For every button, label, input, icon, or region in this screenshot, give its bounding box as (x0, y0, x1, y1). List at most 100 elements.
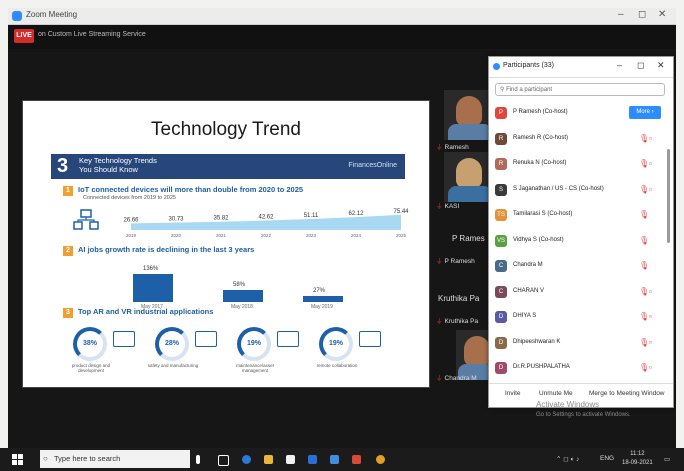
video-name-kruthika: ⏚ Kruthika Pa (436, 318, 479, 325)
participant-row[interactable]: R Renuka N (Co-host) 🎙︎ ▫ (489, 152, 667, 176)
muted-mic-icon: ⏚ (436, 203, 443, 210)
video-off-icon[interactable]: ▫ (649, 363, 652, 372)
panel-close-button[interactable]: ✕ (657, 60, 665, 71)
shared-screen: Technology Trend 3 Key Technology Trends… (22, 100, 430, 388)
muted-mic-icon[interactable]: 🎙︎ (639, 210, 649, 219)
banner-number: 3 (57, 155, 69, 177)
avatar: C (495, 260, 507, 272)
activate-windows-watermark: Activate Windows Go to Settings to activ… (536, 400, 631, 418)
participant-row[interactable]: D Dhipeeshwaran K 🎙︎ ▫ (489, 331, 667, 355)
muted-mic-icon[interactable]: 🎙︎ (639, 236, 649, 245)
arvr-percent-donut: 19% (237, 327, 271, 361)
taskbar-search-placeholder: Type here to search (54, 454, 121, 463)
participant-row[interactable]: TS Tamilarasi S (Co-host) 🎙︎ (489, 203, 667, 227)
more-button[interactable]: More › (629, 106, 661, 119)
participant-name: S Jaganathan / US - CS (Co-host) (513, 185, 604, 192)
edge-browser-icon[interactable] (242, 455, 251, 464)
avatar: D (495, 311, 507, 323)
iot-year-label: 2024 (351, 233, 362, 238)
arvr-application-icon (113, 331, 135, 347)
microphone-icon[interactable] (196, 455, 200, 464)
financesonline-logo: FinancesOnline (348, 162, 397, 169)
zoom-taskbar-icon[interactable] (330, 455, 339, 464)
participant-row[interactable]: S S Jaganathan / US - CS (Co-host) 🎙︎ ▫ (489, 178, 667, 202)
iot-year-label: 2019 (126, 233, 137, 238)
store-icon[interactable] (286, 455, 295, 464)
video-off-icon[interactable]: ▫ (649, 134, 652, 143)
iot-value-label: 30.73 (168, 217, 184, 223)
file-explorer-icon[interactable] (264, 455, 273, 464)
windows-start-icon[interactable] (12, 454, 23, 465)
section1-subtitle: Connected devices from 2019 to 2025 (83, 195, 176, 201)
ai-jobs-value-label: 58% (233, 282, 246, 289)
ai-jobs-value-label: 136% (143, 266, 159, 272)
tray-icons[interactable]: ⌃ ◻ ◐ ♪ (556, 455, 579, 463)
participant-row[interactable]: D Dr.R.PUSHPALATHA 🎙︎ ▫ (489, 356, 667, 380)
panel-maximize-button[interactable]: ◻ (637, 60, 644, 71)
video-off-icon[interactable]: ▫ (649, 312, 652, 321)
video-off-icon[interactable]: ▫ (649, 185, 652, 194)
participant-row[interactable]: D DHIYA S 🎙︎ ▫ (489, 305, 667, 329)
slide-title: Technology Trend (151, 119, 301, 140)
panel-minimize-button[interactable]: – (617, 60, 622, 70)
invite-button[interactable]: Invite (505, 390, 521, 397)
chrome-icon[interactable] (376, 455, 385, 464)
video-label-p-rames: P Rames (452, 234, 485, 243)
arvr-application-icon (359, 331, 381, 347)
iot-value-label: 62.12 (348, 211, 364, 217)
iot-value-label: 75.44 (393, 209, 409, 215)
section2-number: 2 (63, 246, 73, 256)
video-off-icon[interactable]: ▫ (649, 159, 652, 168)
slide-banner: 3 Key Technology Trends You Should Know … (51, 154, 405, 179)
participant-name: Renuka N (Co-host) (513, 160, 567, 166)
muted-mic-icon[interactable]: 🎙︎ (639, 338, 649, 347)
iot-year-label: 2022 (261, 233, 272, 238)
muted-mic-icon[interactable]: 🎙︎ (639, 312, 649, 321)
video-off-icon[interactable]: ▫ (649, 287, 652, 296)
participant-list-scrollbar[interactable] (667, 149, 670, 243)
muted-mic-icon: ⏚ (436, 258, 443, 265)
unmute-me-button[interactable]: Unmute Me (539, 390, 573, 397)
video-off-icon[interactable]: ▫ (649, 338, 652, 347)
avatar: D (495, 362, 507, 374)
minimize-button[interactable]: – (618, 9, 624, 20)
participant-name: P Ramesh (Co-host) (513, 109, 568, 115)
maximize-button[interactable]: ◻ (638, 9, 646, 20)
iot-area-chart: 26.66 2019 30.73 2020 35.82 2021 42.62 2022 51.1… (123, 209, 409, 238)
video-name-p-ramesh: ⏚ P Ramesh (436, 258, 475, 265)
participant-row[interactable]: C CHARAN V 🎙︎ ▫ (489, 280, 667, 304)
iot-value-label: 26.66 (123, 217, 139, 223)
arvr-caption: product design and development (71, 363, 111, 373)
iot-value-label: 42.62 (258, 215, 274, 221)
language-indicator[interactable]: ENG (600, 455, 614, 462)
avatar: D (495, 336, 507, 349)
mail-icon[interactable] (308, 455, 317, 464)
participant-row[interactable]: C Chandra M 🎙︎ (489, 254, 667, 278)
muted-mic-icon[interactable]: 🎙︎ (639, 185, 649, 194)
ai-jobs-bar (303, 296, 343, 302)
close-button[interactable]: ✕ (658, 9, 666, 20)
meeting-top-bar: LIVE on Custom Live Streaming Service (8, 25, 676, 49)
notification-icon[interactable]: ▭ (664, 455, 670, 463)
participant-row[interactable]: R Ramesh R (Co-host) 🎙︎ ▫ (489, 127, 667, 151)
live-stream-label[interactable]: on Custom Live Streaming Service (38, 31, 146, 38)
zoom-icon (493, 63, 500, 70)
participant-name: CHARAN V (513, 287, 545, 294)
muted-mic-icon[interactable]: 🎙︎ (639, 287, 649, 296)
participant-row[interactable]: P P Ramesh (Co-host) More › (489, 101, 667, 125)
live-badge[interactable]: LIVE (14, 29, 34, 43)
section1-title: IoT connected devices will more than dou… (78, 185, 304, 194)
merge-to-meeting-window-button[interactable]: Merge to Meeting Window (589, 390, 665, 397)
muted-mic-icon[interactable]: 🎙︎ (639, 134, 649, 143)
muted-mic-icon[interactable]: 🎙︎ (639, 159, 649, 168)
powerpoint-icon[interactable] (352, 455, 361, 464)
participant-row[interactable]: VS Vidhya S (Co-host) 🎙︎ (489, 229, 667, 253)
participant-name: Dr.R.PUSHPALATHA (513, 364, 570, 370)
clock[interactable]: 11:12 18-09-2021 (622, 450, 653, 468)
taskbar-search-input[interactable]: ○ Type here to search (40, 450, 190, 468)
participant-search-input[interactable]: ⚲ Find a participant (495, 83, 665, 96)
task-view-icon[interactable] (218, 455, 229, 466)
muted-mic-icon[interactable]: 🎙︎ (639, 261, 649, 270)
muted-mic-icon[interactable]: 🎙︎ (639, 363, 649, 372)
avatar: TS (495, 209, 507, 221)
